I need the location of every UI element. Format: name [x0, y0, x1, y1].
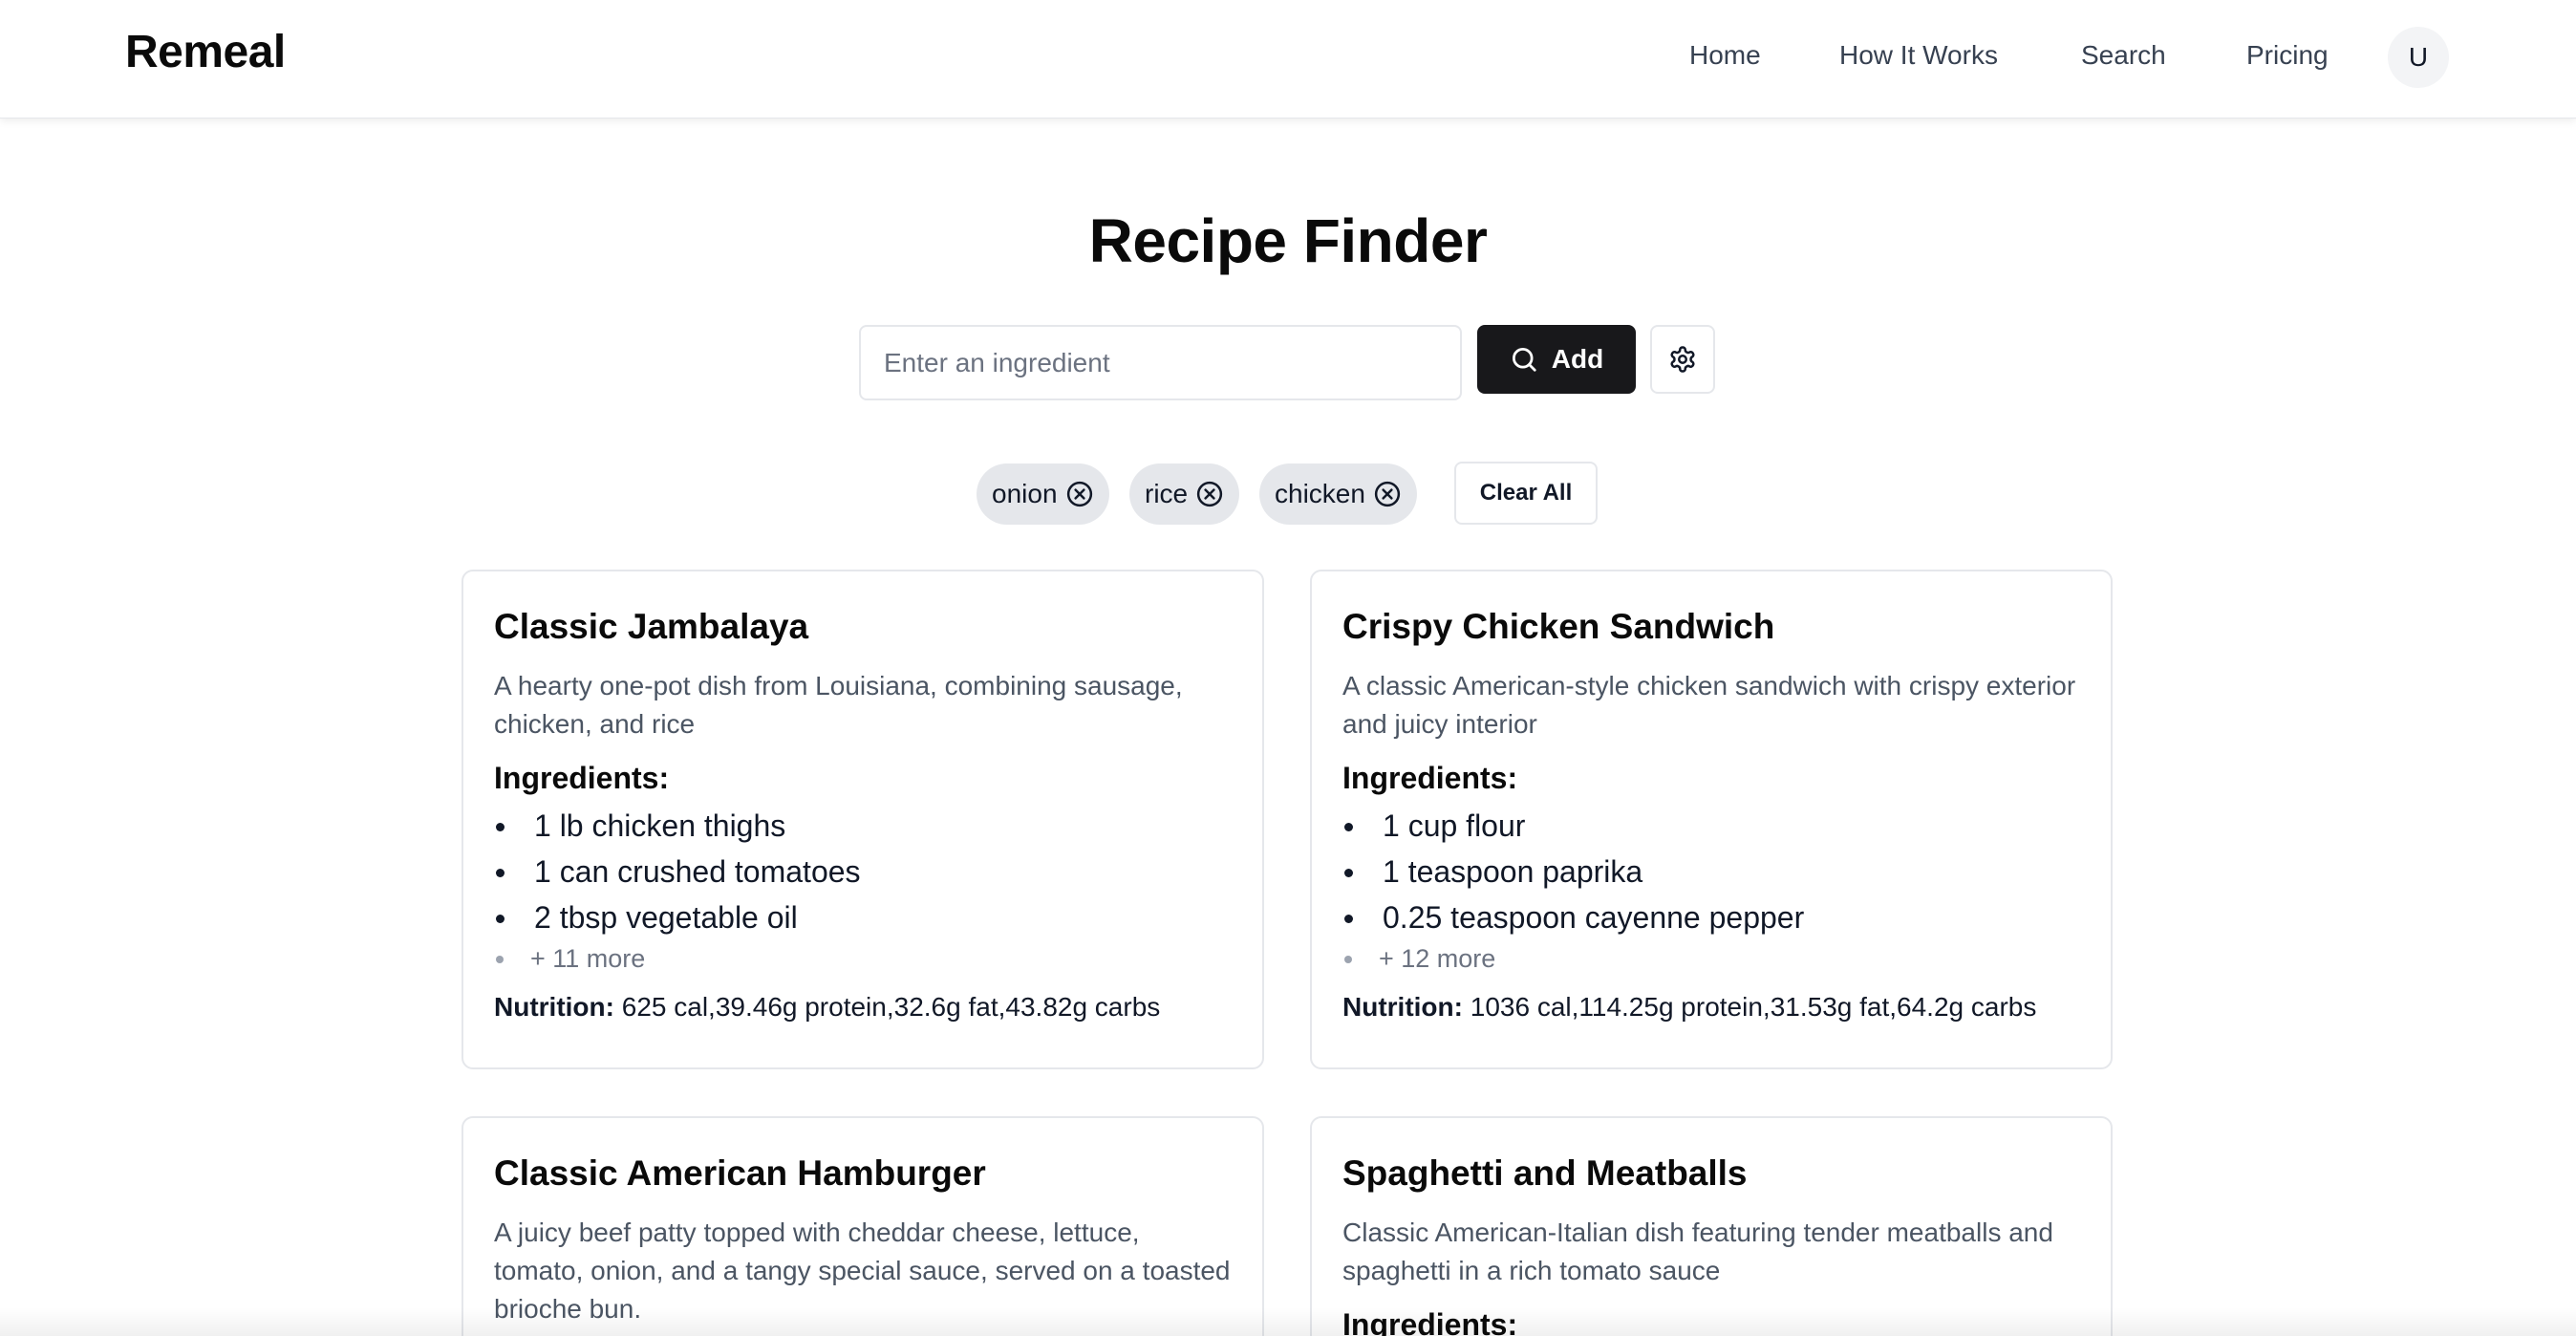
nav-home[interactable]: Home [1689, 40, 1761, 71]
more-ingredients: + 11 more [494, 940, 1232, 977]
chip-label: chicken [1275, 479, 1365, 508]
nutrition-label: Nutrition: [1342, 992, 1463, 1022]
nutrition-label: Nutrition: [494, 992, 614, 1022]
search-icon [1512, 348, 1536, 372]
recipe-card[interactable]: Spaghetti and Meatballs Classic American… [1310, 1116, 2113, 1336]
close-circle-icon[interactable] [1065, 480, 1094, 508]
recipe-title: Spaghetti and Meatballs [1342, 1153, 1748, 1193]
nutrition-info: Nutrition: 1036 cal,114.25g protein,31.5… [1342, 988, 2080, 1026]
recipe-card[interactable]: Crispy Chicken Sandwich A classic Americ… [1310, 570, 2113, 1069]
recipe-card[interactable]: Classic Jambalaya A hearty one-pot dish … [462, 570, 1264, 1069]
ingredient-item: 1 lb chicken thighs [494, 803, 1232, 849]
more-ingredients: + 12 more [1342, 940, 2080, 977]
nav-pricing[interactable]: Pricing [2246, 40, 2329, 71]
recipe-description: A hearty one-pot dish from Louisiana, co… [494, 671, 1183, 739]
user-avatar[interactable]: U [2388, 27, 2449, 88]
recipe-title: Classic Jambalaya [494, 607, 809, 646]
recipe-title: Crispy Chicken Sandwich [1342, 607, 1775, 646]
ingredient-item: 2 tbsp vegetable oil [494, 894, 1232, 940]
ingredient-list: 1 cup flour 1 teaspoon paprika 0.25 teas… [1342, 803, 2080, 977]
ingredient-chip: onion [977, 463, 1109, 525]
page-title: Recipe Finder [1088, 206, 1488, 275]
ingredient-list: 1 lb chicken thighs 1 can crushed tomato… [494, 803, 1232, 977]
clear-all-button[interactable]: Clear All [1454, 462, 1598, 525]
settings-button[interactable] [1650, 325, 1715, 394]
ingredient-chip: chicken [1259, 463, 1417, 525]
ingredient-input[interactable] [859, 325, 1462, 400]
nutrition-values: 1036 cal,114.25g protein,31.53g fat,64.2… [1470, 992, 2037, 1022]
ingredient-chip: rice [1129, 463, 1240, 525]
recipe-description: A classic American-style chicken sandwic… [1342, 671, 2076, 739]
add-ingredient-button[interactable]: Add [1477, 325, 1636, 394]
recipe-title: Classic American Hamburger [494, 1153, 986, 1193]
brand-logo[interactable]: Remeal [125, 26, 286, 78]
avatar-initial: U [2408, 42, 2429, 72]
add-button-label: Add [1551, 344, 1604, 374]
ingredients-heading: Ingredients: [1342, 761, 1518, 795]
ingredient-item: 1 cup flour [1342, 803, 2080, 849]
top-navbar: Remeal Home How It Works Search Pricing … [0, 0, 2576, 119]
ingredient-item: 1 teaspoon paprika [1342, 849, 2080, 894]
gear-icon [1670, 346, 1695, 373]
recipe-card[interactable]: Classic American Hamburger A juicy beef … [462, 1116, 1264, 1336]
nav-how-it-works[interactable]: How It Works [1839, 40, 1998, 71]
ingredient-item: 0.25 teaspoon cayenne pepper [1342, 894, 2080, 940]
nutrition-info: Nutrition: 625 cal,39.46g protein,32.6g … [494, 988, 1232, 1026]
recipe-description: A juicy beef patty topped with cheddar c… [494, 1217, 1231, 1324]
close-circle-icon[interactable] [1195, 480, 1224, 508]
nutrition-values: 625 cal,39.46g protein,32.6g fat,43.82g … [621, 992, 1161, 1022]
ingredients-heading: Ingredients: [494, 761, 670, 795]
chip-label: rice [1145, 479, 1189, 508]
ingredient-item: 1 can crushed tomatoes [494, 849, 1232, 894]
recipe-description: Classic American-Italian dish featuring … [1342, 1217, 2053, 1285]
nav-search[interactable]: Search [2081, 40, 2166, 71]
scroll-fade [0, 1307, 2576, 1336]
ingredients-heading: Ingredients: [1342, 1307, 1518, 1336]
close-circle-icon[interactable] [1373, 480, 1402, 508]
chip-label: onion [992, 479, 1058, 508]
